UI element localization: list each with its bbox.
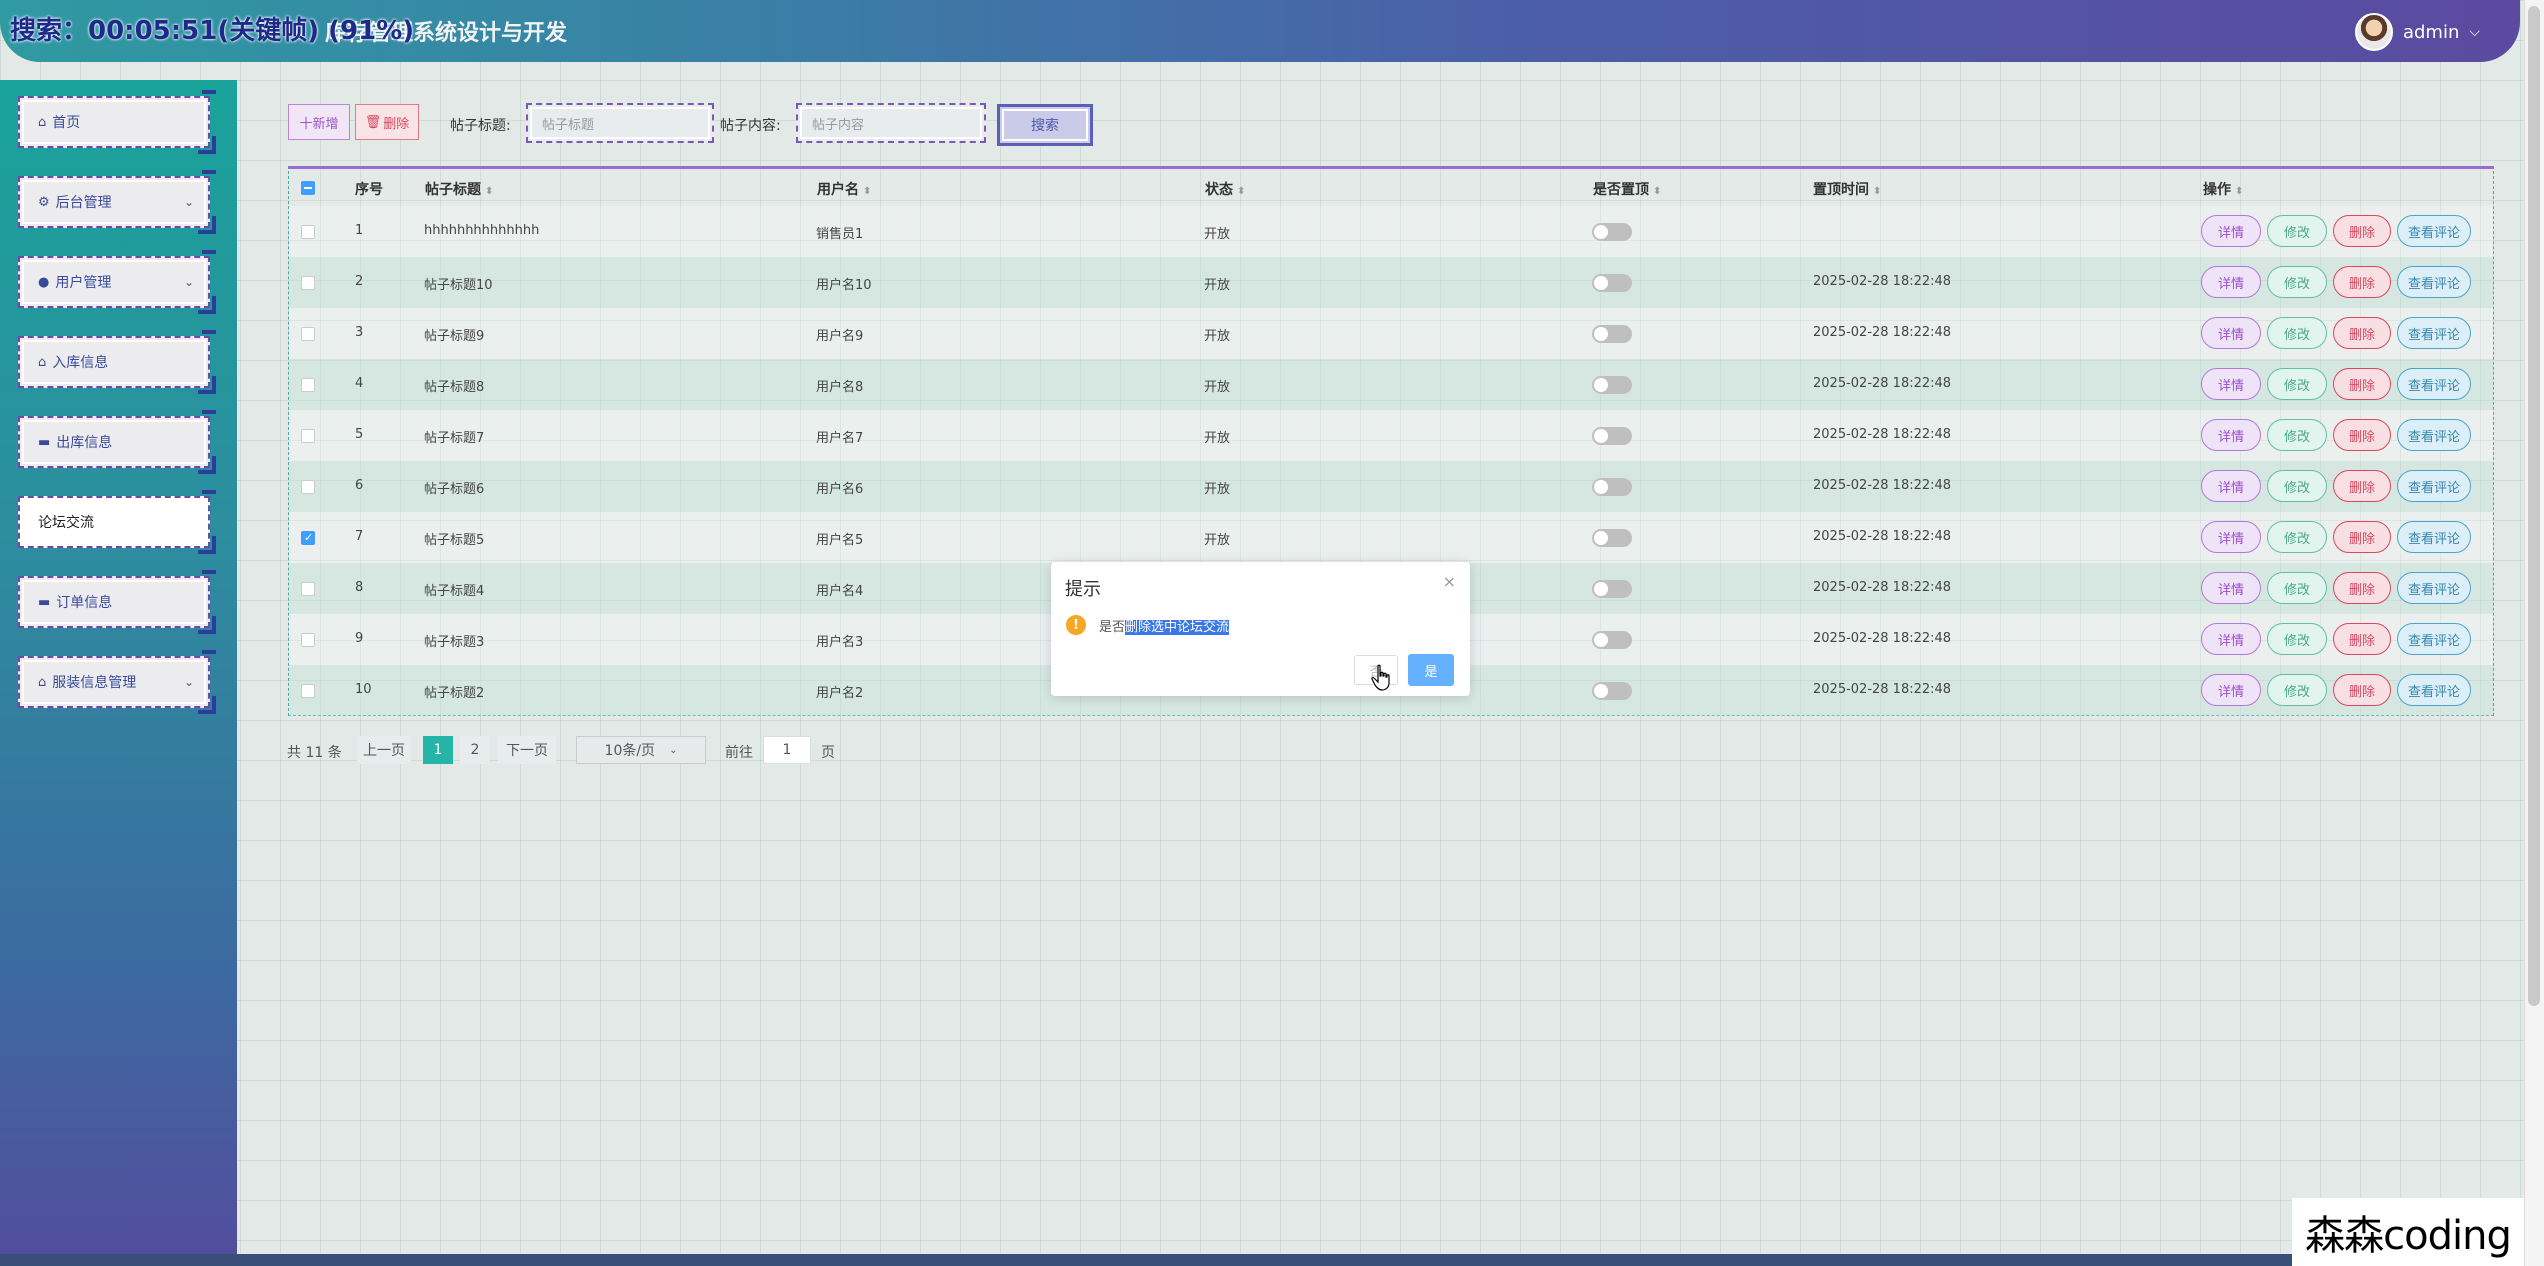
hand-cursor-icon bbox=[1371, 664, 1390, 691]
search-overlay-text: 搜索：00:05:51(关键帧) (91%) bbox=[10, 16, 415, 46]
dialog-message-highlight: 删除选中论坛交流 bbox=[1125, 620, 1230, 635]
watermark: 森森coding bbox=[2292, 1198, 2524, 1266]
close-icon[interactable]: × bbox=[1443, 572, 1456, 591]
scrollbar-thumb[interactable] bbox=[2528, 6, 2540, 1006]
confirm-button[interactable]: 是 bbox=[1408, 654, 1454, 686]
confirm-dialog: 提示 × ! 是否删除选中论坛交流 否 是 bbox=[1051, 562, 1470, 696]
warning-icon: ! bbox=[1066, 615, 1086, 635]
bottom-strip bbox=[0, 1254, 2292, 1266]
dialog-title: 提示 bbox=[1065, 579, 1101, 600]
dialog-message: 是否删除选中论坛交流 bbox=[1099, 620, 1230, 635]
vertical-scrollbar[interactable] bbox=[2524, 0, 2544, 1266]
